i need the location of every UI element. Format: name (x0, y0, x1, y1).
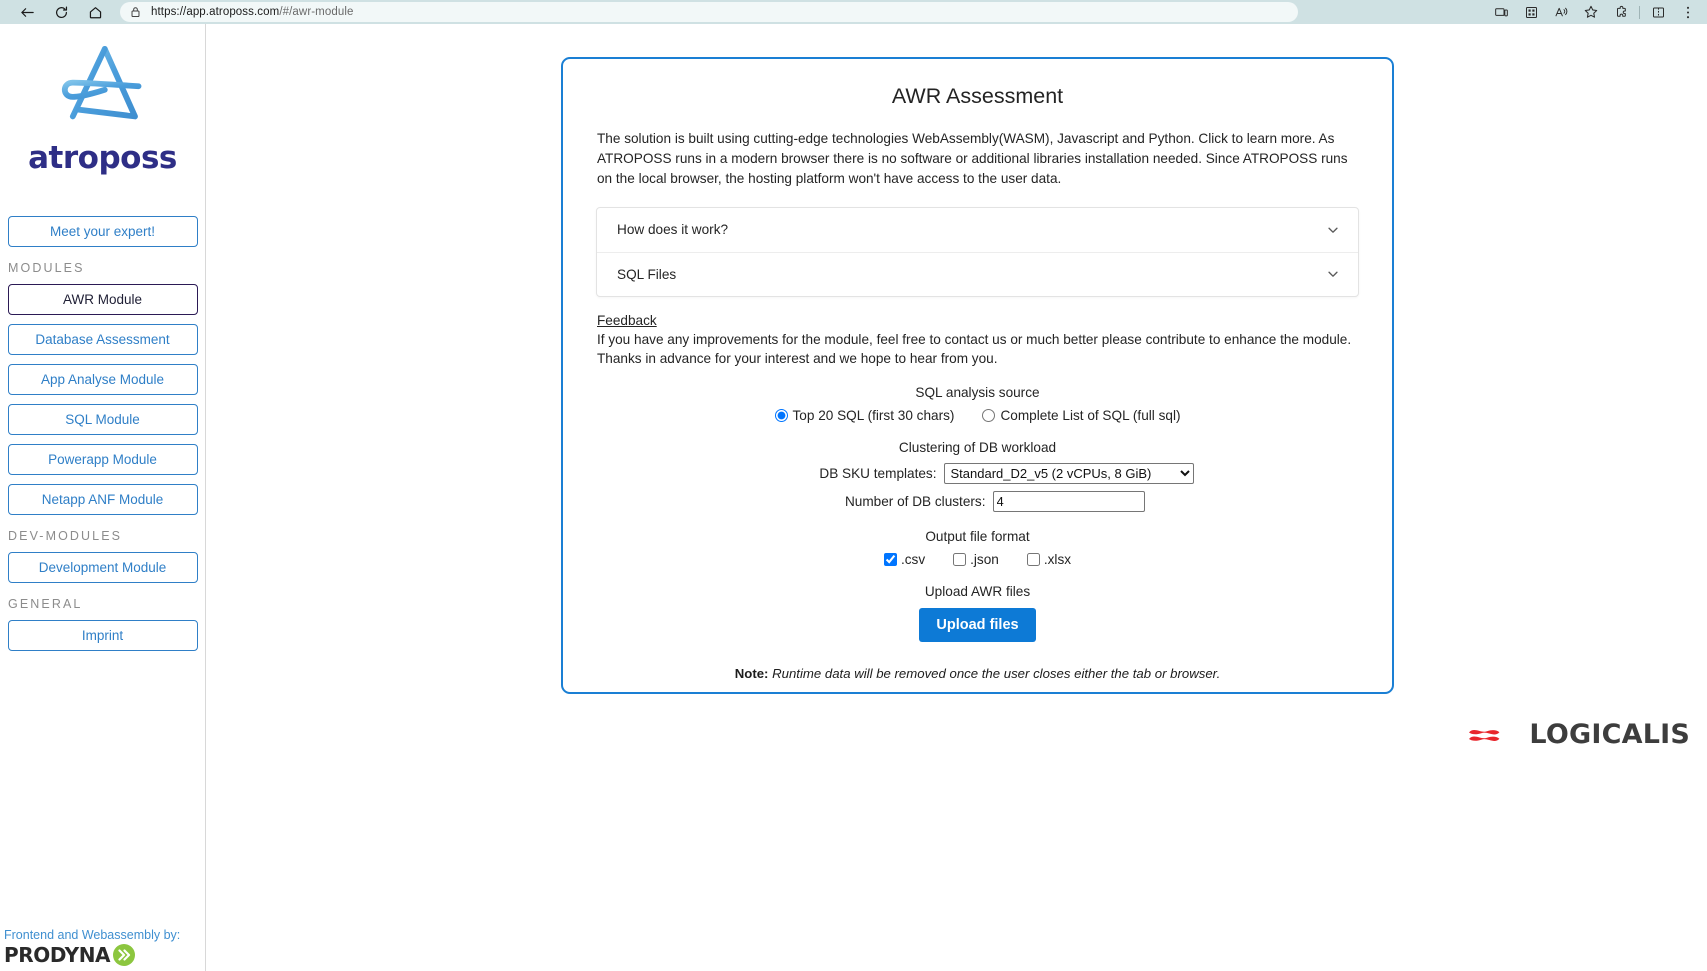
db-sku-select[interactable]: Standard_D2_v5 (2 vCPUs, 8 GiB) (943, 463, 1194, 485)
runtime-note: Note: Runtime data will be removed once … (593, 666, 1362, 681)
split-screen-icon[interactable] (1643, 0, 1673, 24)
accordion-item-how-does-it-work[interactable]: How does it work? (597, 208, 1358, 252)
db-clusters-label: Number of DB clusters: (844, 494, 986, 510)
app-logo-text: atroposs (28, 140, 177, 176)
page-title: AWR Assessment (891, 84, 1064, 108)
toolbar-divider (1639, 5, 1640, 19)
radio-complete-list-sql-input[interactable] (982, 409, 996, 423)
sidebar-item-imprint[interactable]: Imprint (7, 620, 198, 651)
checkbox-csv[interactable]: .csv (883, 552, 926, 568)
clustering-label: Clustering of DB workload (898, 440, 1057, 456)
main-content: AWR Assessment The solution is built usi… (206, 24, 1707, 971)
logicalis-logo: LOGICALIS (1465, 719, 1690, 750)
awr-assessment-card: AWR Assessment The solution is built usi… (561, 57, 1394, 694)
checkbox-json-label: .json (970, 552, 999, 568)
sidebar-item-sql-module[interactable]: SQL Module (7, 404, 198, 435)
url-host: https://app.atroposs.com (151, 6, 280, 18)
credit-text: Frontend and Webassembly by: (4, 928, 181, 942)
logicalis-mark-icon (1469, 729, 1500, 741)
more-options-icon[interactable] (1673, 0, 1703, 24)
url-text: https://app.atroposs.com/#/awr-module (151, 6, 354, 18)
sql-analysis-source-options: Top 20 SQL (first 30 chars) Complete Lis… (593, 408, 1362, 423)
upload-files-button[interactable]: Upload files (919, 608, 1036, 643)
prodyna-arrow-icon (113, 944, 136, 966)
browser-chrome: https://app.atroposs.com/#/awr-module (0, 0, 1707, 24)
upload-awr-files-label: Upload AWR files (924, 584, 1031, 600)
sidebar-footer-credit: Frontend and Webassembly by: PRODYNA (4, 928, 180, 967)
chevron-down-icon[interactable] (1326, 223, 1340, 237)
feedback-section: Feedback If you have any improvements fo… (593, 311, 1362, 369)
sidebar-heading-dev-modules: DEV-MODULES (8, 529, 123, 543)
radio-complete-list-sql[interactable]: Complete List of SQL (full sql) (982, 408, 1181, 424)
meet-expert-wrap: Meet your expert! (6, 216, 199, 247)
checkbox-json[interactable]: .json (953, 552, 999, 567)
prodyna-wordmark: PRODYNA (4, 943, 111, 967)
url-path: /#/awr-module (279, 6, 354, 18)
sidebar-item-development-module[interactable]: Development Module (7, 552, 198, 583)
accordion: How does it work? SQL Files (596, 206, 1359, 297)
sidebar-item-database-assessment[interactable]: Database Assessment (7, 324, 198, 355)
db-clusters-row: Number of DB clusters: (593, 491, 1362, 513)
lock-icon (130, 6, 141, 18)
radio-top-20-sql-input[interactable] (774, 409, 788, 423)
radio-top-20-sql[interactable]: Top 20 SQL (first 30 chars) (774, 408, 955, 424)
sql-analysis-source-label: SQL analysis source (915, 385, 1040, 401)
checkbox-csv-label: .csv (900, 552, 926, 568)
checkbox-xlsx[interactable]: .xlsx (1026, 552, 1072, 568)
atroposs-logo-icon (61, 46, 141, 120)
reload-icon[interactable] (44, 0, 78, 24)
browser-toolbar-icons (1486, 0, 1703, 24)
sidebar-item-awr-module[interactable]: AWR Module (7, 284, 198, 315)
sidebar-item-app-analyse-module[interactable]: App Analyse Module (7, 364, 198, 395)
sidebar: atroposs Meet your expert! MODULES AWR M… (0, 24, 206, 971)
intro-paragraph: The solution is built using cutting-edge… (597, 131, 1348, 186)
accordion-item-sql-files[interactable]: SQL Files (597, 251, 1358, 296)
output-format-options: .csv .json .xlsx (593, 552, 1362, 567)
output-format-label: Output file format (925, 529, 1030, 545)
extensions-icon[interactable] (1606, 0, 1636, 24)
app-logo: atroposs (6, 24, 199, 176)
meet-your-expert-button[interactable]: Meet your expert! (7, 216, 198, 247)
address-bar[interactable]: https://app.atroposs.com/#/awr-module (120, 2, 1298, 22)
device-cast-icon[interactable] (1486, 0, 1516, 24)
checkbox-xlsx-label: .xlsx (1043, 552, 1072, 568)
db-clusters-input[interactable] (992, 491, 1145, 513)
note-prefix: Note: (734, 666, 769, 682)
page-body: atroposs Meet your expert! MODULES AWR M… (0, 24, 1707, 971)
feedback-line-2: Thanks in advance for your interest and … (597, 350, 998, 366)
prodyna-logo: PRODYNA (4, 943, 180, 967)
radio-top-20-sql-label: Top 20 SQL (first 30 chars) (792, 408, 955, 424)
favorites-star-icon[interactable] (1576, 0, 1606, 24)
checkbox-csv-input[interactable] (883, 553, 897, 567)
feedback-link[interactable]: Feedback (597, 313, 657, 328)
sidebar-item-netapp-anf-module[interactable]: Netapp ANF Module (7, 484, 198, 515)
home-icon[interactable] (78, 0, 112, 24)
checkbox-xlsx-input[interactable] (1026, 553, 1040, 567)
sidebar-heading-modules: MODULES (8, 261, 85, 275)
read-aloud-icon[interactable] (1546, 0, 1576, 24)
radio-complete-list-sql-label: Complete List of SQL (full sql) (1000, 408, 1181, 424)
accordion-label: SQL Files (617, 266, 677, 282)
db-sku-row: DB SKU templates: Standard_D2_v5 (2 vCPU… (593, 463, 1362, 485)
sidebar-item-powerapp-module[interactable]: Powerapp Module (7, 444, 198, 475)
db-sku-label: DB SKU templates: (819, 466, 937, 482)
sidebar-heading-general: GENERAL (8, 597, 83, 611)
back-arrow-icon[interactable] (10, 0, 44, 24)
logicalis-wordmark: LOGICALIS (1529, 719, 1690, 750)
checkbox-json-input[interactable] (953, 553, 967, 567)
collections-icon[interactable] (1516, 0, 1546, 24)
feedback-line-1: If you have any improvements for the mod… (597, 331, 1352, 347)
note-text: Runtime data will be removed once the us… (768, 666, 1221, 682)
chevron-down-icon[interactable] (1326, 267, 1340, 281)
accordion-label: How does it work? (617, 222, 729, 238)
